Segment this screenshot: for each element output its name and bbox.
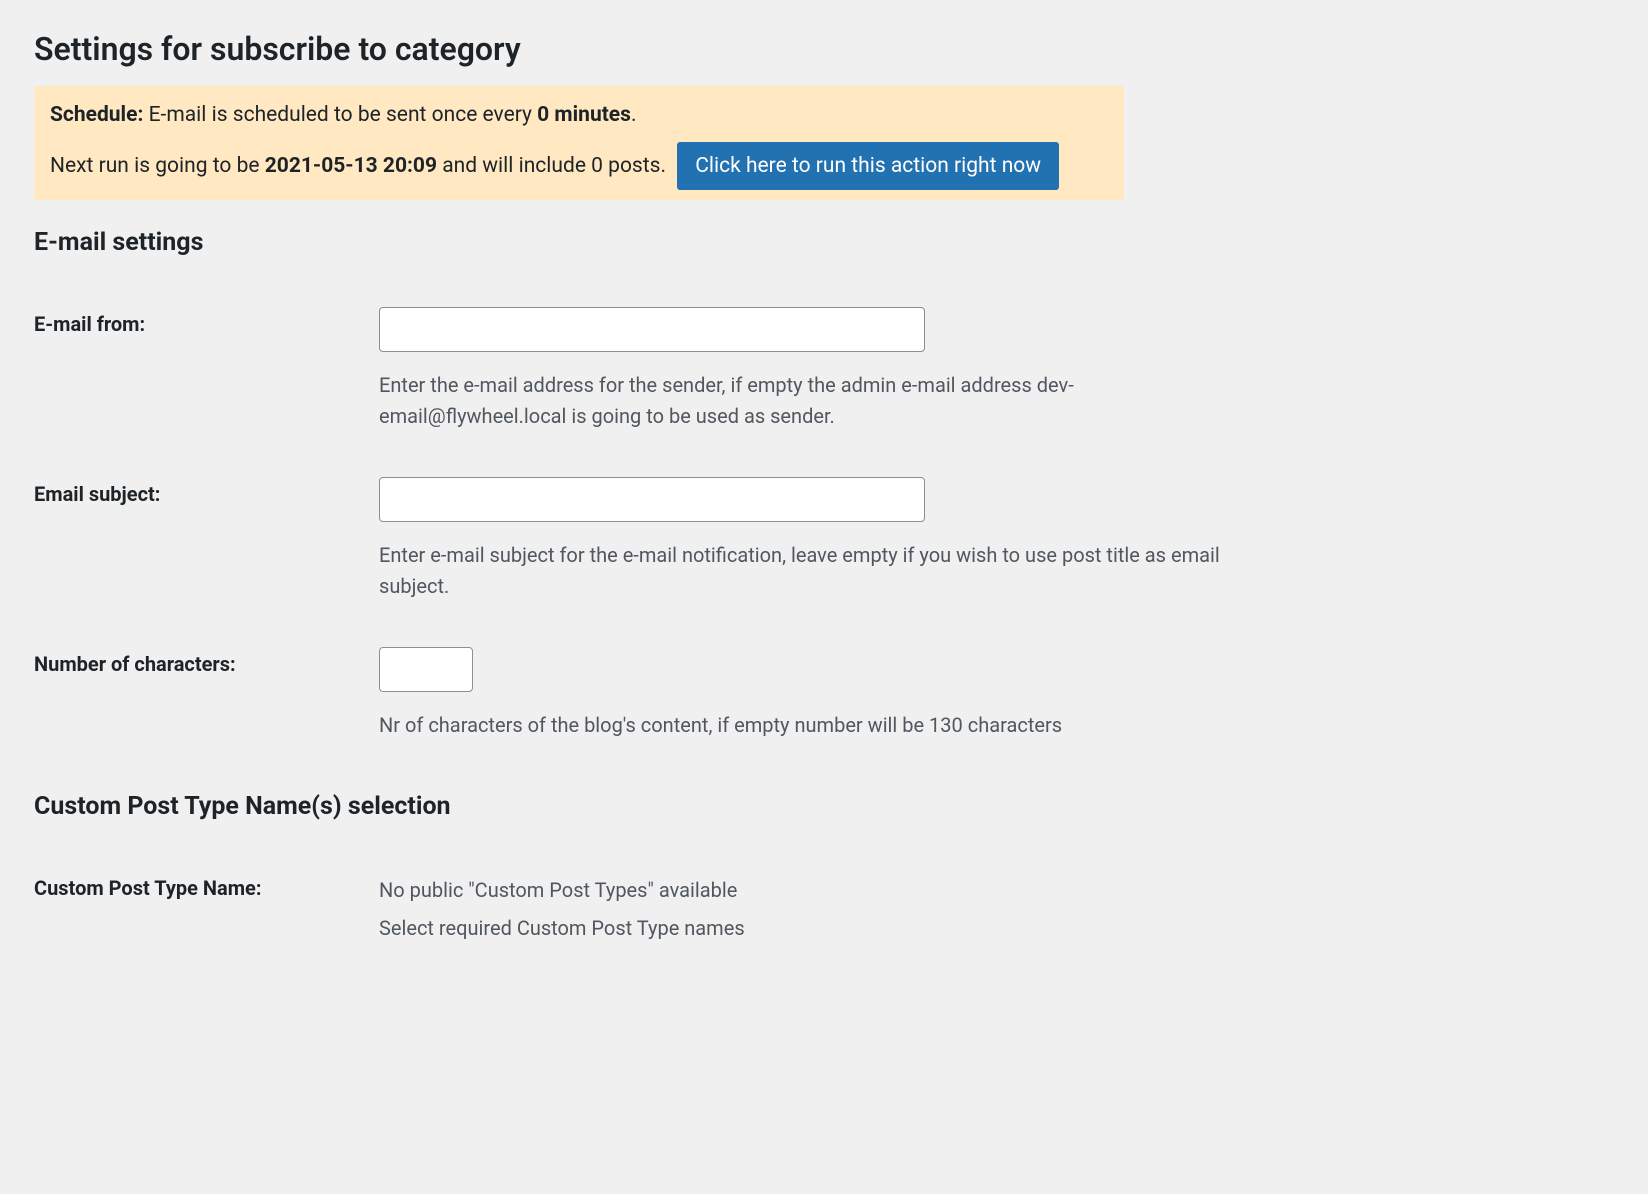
schedule-interval: 0 minutes — [537, 103, 631, 127]
run-now-button[interactable]: Click here to run this action right now — [677, 142, 1059, 190]
schedule-notice: Schedule: E-mail is scheduled to be sent… — [34, 86, 1124, 200]
email-subject-help: Enter e-mail subject for the e-mail noti… — [379, 540, 1244, 602]
email-subject-label: Email subject: — [34, 457, 379, 627]
cpt-name-value: No public "Custom Post Types" available — [379, 871, 1244, 909]
cpt-name-help: Select required Custom Post Type names — [379, 909, 1244, 947]
schedule-text-1-post: . — [631, 103, 637, 127]
email-settings-table: E-mail from: Enter the e-mail address fo… — [34, 287, 1254, 766]
num-chars-input[interactable] — [379, 647, 473, 692]
next-run-pre: Next run is going to be — [50, 154, 265, 178]
email-subject-input[interactable] — [379, 477, 925, 522]
num-chars-label: Number of characters: — [34, 627, 379, 766]
next-run-post: and will include 0 posts. — [437, 154, 671, 178]
email-from-help: Enter the e-mail address for the sender,… — [379, 370, 1244, 432]
cpt-heading: Custom Post Type Name(s) selection — [34, 792, 1614, 821]
num-chars-help: Nr of characters of the blog's content, … — [379, 710, 1244, 741]
email-from-label: E-mail from: — [34, 287, 379, 457]
email-settings-heading: E-mail settings — [34, 228, 1614, 257]
schedule-text-1: E-mail is scheduled to be sent once ever… — [143, 103, 537, 127]
schedule-label: Schedule: — [50, 103, 143, 127]
next-run-time: 2021-05-13 20:09 — [265, 154, 437, 178]
cpt-table: Custom Post Type Name: No public "Custom… — [34, 851, 1254, 972]
page-title: Settings for subscribe to category — [34, 30, 1614, 68]
email-from-input[interactable] — [379, 307, 925, 352]
cpt-name-label: Custom Post Type Name: — [34, 851, 379, 972]
